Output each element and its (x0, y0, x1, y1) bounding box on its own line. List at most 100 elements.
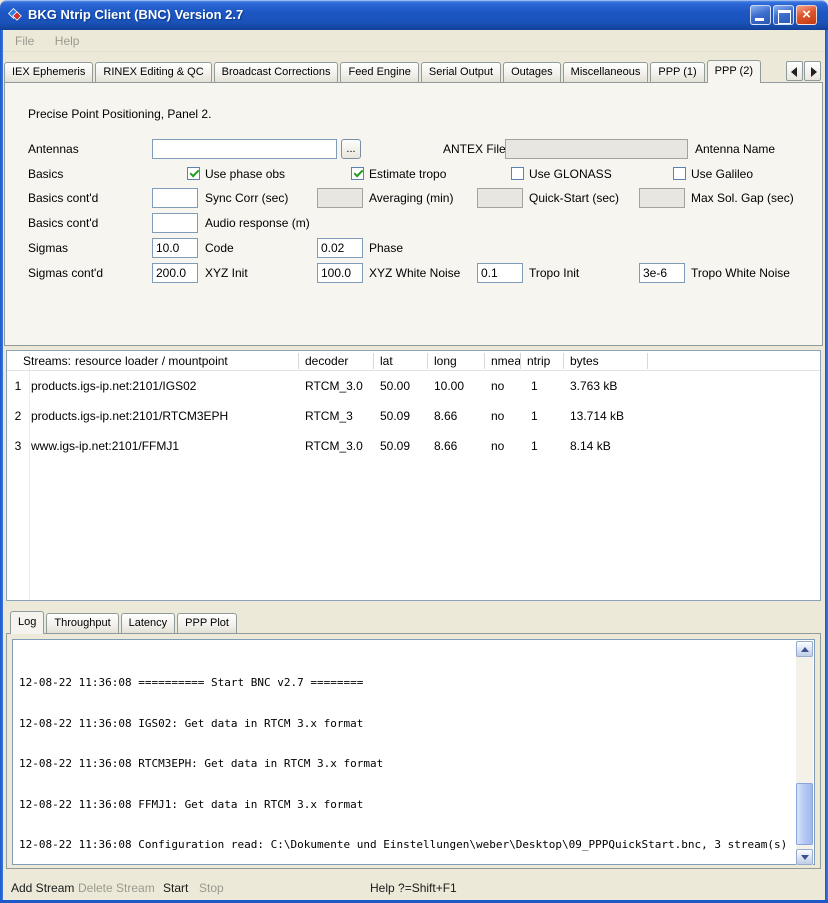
antex-file-input[interactable] (152, 139, 337, 159)
use-galileo-label: Use Galileo (691, 167, 753, 181)
antenna-name-label: Antenna Name (695, 142, 775, 156)
tab-rinex-ephemeris[interactable]: IEX Ephemeris (4, 62, 93, 82)
tab-miscellaneous[interactable]: Miscellaneous (563, 62, 649, 82)
tab-throughput[interactable]: Throughput (46, 613, 118, 633)
delete-stream-button[interactable]: Delete Stream (78, 881, 155, 895)
lat-cell: 50.09 (380, 401, 410, 431)
bnc-window: BKG Ntrip Client (BNC) Version 2.7 File … (0, 0, 828, 903)
tropo-init-label: Tropo Init (529, 266, 579, 280)
tab-ppp-1[interactable]: PPP (1) (650, 62, 704, 82)
menu-file[interactable]: File (7, 30, 42, 52)
log-lines: 12-08-22 11:36:08 ========== Start BNC v… (14, 641, 795, 863)
add-stream-button[interactable]: Add Stream (11, 881, 74, 895)
tab-ppp-2[interactable]: PPP (2) (707, 60, 761, 83)
sync-corr-input[interactable] (152, 188, 198, 208)
xyz-init-label: XYZ Init (205, 266, 248, 280)
app-icon (7, 7, 23, 23)
row-number: 2 (7, 401, 29, 431)
audio-response-input[interactable] (152, 213, 198, 233)
ntrip-cell: 1 (531, 401, 538, 431)
close-button[interactable] (796, 5, 817, 25)
stream-row-1[interactable]: 1 products.igs-ip.net:2101/IGS02 RTCM_3.… (7, 371, 820, 401)
tab-latency[interactable]: Latency (121, 613, 176, 633)
streams-header: Streams: resource loader / mountpoint de… (7, 351, 820, 371)
output-tab-bar: Log Throughput Latency PPP Plot (10, 611, 239, 633)
row-number: 1 (7, 371, 29, 401)
window-title: BKG Ntrip Client (BNC) Version 2.7 (28, 0, 243, 30)
stop-button[interactable]: Stop (199, 881, 224, 895)
col-mountpoint: resource loader / mountpoint (75, 351, 228, 371)
start-button[interactable]: Start (163, 881, 188, 895)
xyz-init-input[interactable] (152, 263, 198, 283)
col-nmea: nmea (491, 351, 521, 371)
nmea-cell: no (491, 371, 504, 401)
tab-rinex-editing-qc[interactable]: RINEX Editing & QC (95, 62, 211, 82)
menubar: File Help (3, 30, 825, 52)
max-sol-gap-input (639, 188, 685, 208)
log-scrollbar[interactable] (796, 641, 813, 865)
tropo-init-input[interactable] (477, 263, 523, 283)
long-cell: 10.00 (434, 371, 464, 401)
scroll-up-icon[interactable] (796, 641, 813, 657)
bytes-cell: 8.14 kB (570, 431, 611, 461)
decoder-cell: RTCM_3.0 (305, 371, 363, 401)
estimate-tropo-checkbox[interactable] (351, 167, 364, 180)
log-line: 12-08-22 11:36:08 FFMJ1: Get data in RTC… (19, 798, 795, 812)
use-phase-obs-checkbox[interactable] (187, 167, 200, 180)
xyz-white-noise-label: XYZ White Noise (369, 266, 460, 280)
minimize-button[interactable] (750, 5, 771, 25)
tab-feed-engine[interactable]: Feed Engine (340, 62, 418, 82)
quick-start-input (477, 188, 523, 208)
averaging-label: Averaging (min) (369, 191, 453, 205)
col-decoder: decoder (305, 351, 348, 371)
help-shortcut-label: Help ?=Shift+F1 (370, 881, 457, 895)
long-cell: 8.66 (434, 401, 457, 431)
tab-scroll-right-button[interactable] (804, 61, 821, 81)
tab-broadcast-corrections[interactable]: Broadcast Corrections (214, 62, 339, 82)
tab-scroll-left-button[interactable] (786, 61, 803, 81)
tab-ppp-plot[interactable]: PPP Plot (177, 613, 237, 633)
tab-outages[interactable]: Outages (503, 62, 561, 82)
tropo-white-noise-input[interactable] (639, 263, 685, 283)
main-tab-bar: IEX Ephemeris RINEX Editing & QC Broadca… (4, 60, 763, 82)
sigma-phase-label: Phase (369, 241, 403, 255)
bytes-cell: 13.714 kB (570, 401, 624, 431)
stream-row-2[interactable]: 2 products.igs-ip.net:2101/RTCM3EPH RTCM… (7, 401, 820, 431)
log-output[interactable]: 12-08-22 11:36:08 ========== Start BNC v… (12, 639, 815, 865)
nmea-cell: no (491, 401, 504, 431)
maximize-button[interactable] (773, 5, 794, 25)
estimate-tropo-label: Estimate tropo (369, 167, 446, 181)
sigma-code-input[interactable] (152, 238, 198, 258)
ntrip-cell: 1 (531, 431, 538, 461)
mountpoint-cell: products.igs-ip.net:2101/RTCM3EPH (31, 401, 228, 431)
antex-browse-button[interactable]: ... (341, 139, 361, 159)
titlebar[interactable]: BKG Ntrip Client (BNC) Version 2.7 (0, 0, 828, 30)
use-galileo-checkbox[interactable] (673, 167, 686, 180)
menu-help[interactable]: Help (47, 30, 88, 52)
window-border-left (0, 28, 3, 900)
lat-cell: 50.09 (380, 431, 410, 461)
long-cell: 8.66 (434, 431, 457, 461)
row-number: 3 (7, 431, 29, 461)
tab-log[interactable]: Log (10, 611, 44, 634)
stream-row-3[interactable]: 3 www.igs-ip.net:2101/FFMJ1 RTCM_3.0 50.… (7, 431, 820, 461)
use-glonass-label: Use GLONASS (529, 167, 612, 181)
scroll-thumb[interactable] (796, 783, 813, 845)
ppp2-panel (4, 82, 823, 346)
decoder-cell: RTCM_3 (305, 401, 353, 431)
footer-bar: Add Stream Delete Stream Start Stop Help… (3, 872, 825, 900)
tropo-white-noise-label: Tropo White Noise (691, 266, 790, 280)
nmea-cell: no (491, 431, 504, 461)
xyz-white-noise-input[interactable] (317, 263, 363, 283)
panel-heading: Precise Point Positioning, Panel 2. (28, 107, 211, 121)
quick-start-label: Quick-Start (sec) (529, 191, 619, 205)
col-bytes: bytes (570, 351, 599, 371)
basics-contd2-label: Basics cont'd (28, 216, 98, 230)
streams-header-title: Streams: (23, 351, 71, 371)
use-glonass-checkbox[interactable] (511, 167, 524, 180)
log-line: 12-08-22 11:36:08 RTCM3EPH: Get data in … (19, 757, 795, 771)
tab-serial-output[interactable]: Serial Output (421, 62, 501, 82)
scroll-down-icon[interactable] (796, 849, 813, 865)
averaging-input (317, 188, 363, 208)
sigma-phase-input[interactable] (317, 238, 363, 258)
